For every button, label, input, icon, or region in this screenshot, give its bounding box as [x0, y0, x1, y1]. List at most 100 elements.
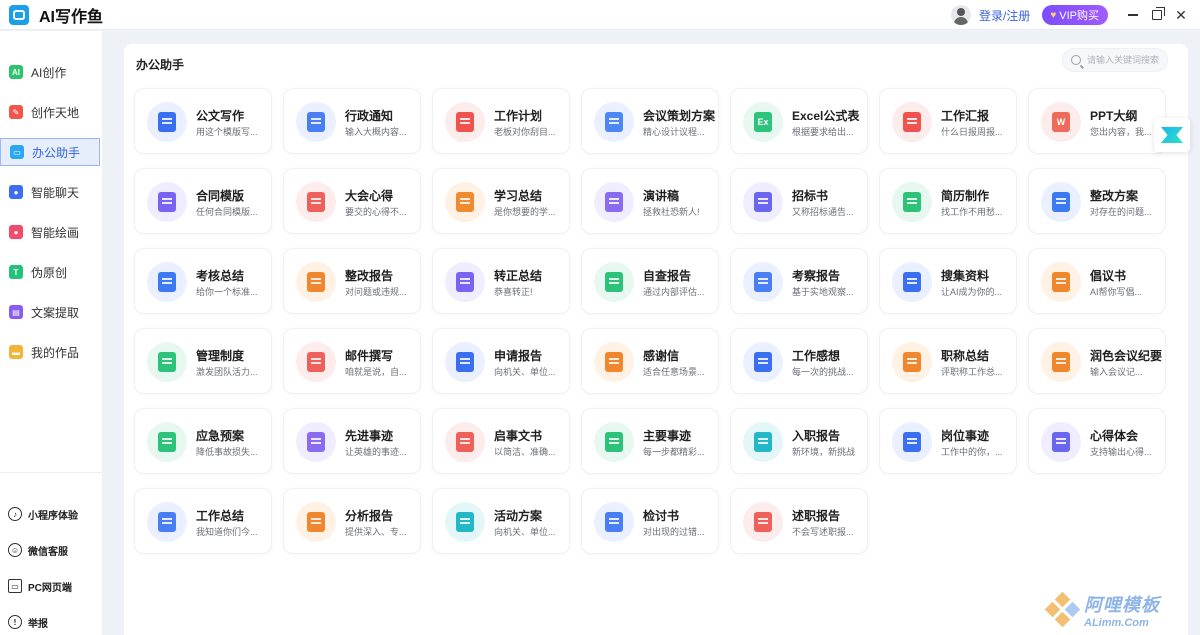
document-icon [594, 342, 634, 382]
card-title: Excel公式表 [792, 109, 860, 123]
sidebar-item-1[interactable]: AI AI创作 [0, 58, 100, 86]
sidebar-item-5[interactable]: ● 智能绘画 [0, 218, 100, 246]
document-glyph [903, 352, 921, 372]
sidebar-bottom-label: 小程序体验 [28, 510, 78, 522]
template-card[interactable]: 工作汇报 什么日报周报... [879, 88, 1017, 154]
template-card[interactable]: 活动方案 向机关、单位... [432, 488, 570, 554]
card-description: 给你一个标准... [196, 287, 258, 297]
template-card[interactable]: 招标书 又称招标通告... [730, 168, 868, 234]
sidebar-bottom-item-2[interactable]: ☺ 微信客服 [0, 538, 102, 562]
template-card[interactable]: 整改方案 对存在的问题... [1028, 168, 1166, 234]
template-card[interactable]: 工作总结 我知道你们今... [134, 488, 272, 554]
template-card[interactable]: 润色会议纪要 输入会议记... [1028, 328, 1166, 394]
avatar[interactable] [950, 5, 971, 25]
close-button[interactable]: ✕ [1170, 4, 1192, 26]
template-card[interactable]: 公文写作 用这个模版写... [134, 88, 272, 154]
watermark-text: 阿哩模板 [1084, 595, 1160, 615]
vip-purchase-button[interactable]: ♥ VIP购买 [1042, 5, 1108, 25]
sidebar-bottom-item-4[interactable]: ! 举报 [0, 610, 102, 634]
template-card[interactable]: 工作感想 每一次的挑战... [730, 328, 868, 394]
template-card[interactable]: 入职报告 新环境，新挑战 [730, 408, 868, 474]
sidebar-item-label: 创作天地 [31, 105, 80, 120]
sidebar-item-8[interactable]: ▬ 我的作品 [0, 338, 100, 366]
report-icon: ! [8, 615, 22, 629]
template-card[interactable]: 学习总结 是你想要的学... [432, 168, 570, 234]
template-card[interactable]: 考核总结 给你一个标准... [134, 248, 272, 314]
template-card[interactable]: 述职报告 不会写述职报... [730, 488, 868, 554]
template-card[interactable]: 感谢信 适合任意场景... [581, 328, 719, 394]
template-card[interactable]: 考察报告 基于实地观察... [730, 248, 868, 314]
card-description: 根据要求给出... [792, 127, 854, 137]
document-glyph [605, 512, 623, 532]
vip-label: VIP购买 [1059, 10, 1099, 22]
main-panel: 办公助手 公文写作用这个模版写...行政通知输入大概内容...工作计划老板对你刮… [124, 44, 1188, 635]
card-description: 支持输出心得... [1090, 447, 1152, 457]
template-card[interactable]: 岗位事迹 工作中的你，... [879, 408, 1017, 474]
template-card[interactable]: 合同模版 任何合同模版... [134, 168, 272, 234]
template-card[interactable]: 职称总结 评职称工作总... [879, 328, 1017, 394]
sidebar-item-6[interactable]: T 伪原创 [0, 258, 100, 286]
document-icon [445, 502, 485, 542]
document-icon [1041, 262, 1081, 302]
template-card[interactable]: 搜集资料 让AI成为你的... [879, 248, 1017, 314]
template-card[interactable]: 演讲稿 拯救社恐新人! [581, 168, 719, 234]
document-glyph [754, 432, 772, 452]
pc-web-icon: ▭ [8, 579, 22, 593]
document-icon [147, 502, 187, 542]
template-card[interactable]: 倡议书 AI帮你写倡... [1028, 248, 1166, 314]
template-card[interactable]: 简历制作 找工作不用愁... [879, 168, 1017, 234]
sidebar-item-3[interactable]: ▭ 办公助手 [0, 138, 100, 166]
template-card[interactable]: 大会心得 要交的心得不... [283, 168, 421, 234]
template-card[interactable]: 心得体会 支持输出心得... [1028, 408, 1166, 474]
template-card[interactable]: 应急预案 降低事故损失... [134, 408, 272, 474]
template-card[interactable]: Ex Excel公式表根据要求给出... [730, 88, 868, 154]
card-description: 向机关、单位... [494, 527, 556, 537]
card-title: 工作汇报 [941, 109, 990, 123]
template-card[interactable]: 启事文书 以简洁、准确... [432, 408, 570, 474]
sidebar-item-7[interactable]: ▤ 文案提取 [0, 298, 100, 326]
sidebar-item-4[interactable]: ● 智能聊天 [0, 178, 100, 206]
template-card[interactable]: 工作计划 老板对你刮目... [432, 88, 570, 154]
template-card[interactable]: 先进事迹 让英雄的事迹... [283, 408, 421, 474]
assistant-logo-icon [1161, 127, 1183, 143]
template-card[interactable]: 邮件撰写 咱就是说，自... [283, 328, 421, 394]
sidebar-bottom-item-1[interactable]: ♪ 小程序体验 [0, 502, 102, 526]
document-glyph [754, 512, 772, 532]
template-card[interactable]: 申请报告 向机关、单位... [432, 328, 570, 394]
sidebar-bottom-item-3[interactable]: ▭ PC网页端 [0, 574, 102, 598]
template-card[interactable]: 分析报告 提供深入、专... [283, 488, 421, 554]
template-card[interactable]: 整改报告 对问题或违规... [283, 248, 421, 314]
minimize-icon [1128, 14, 1138, 16]
card-description: 我知道你们今... [196, 527, 258, 537]
document-icon [892, 182, 932, 222]
document-glyph [158, 112, 176, 132]
sidebar: AI AI创作 ✎ 创作天地 ▭ 办公助手 ● 智能聊天 ● 智能绘画 T 伪原创 ▤ 文案提取 ▬ 我的作品… [0, 31, 102, 635]
search-box[interactable] [1062, 48, 1168, 72]
card-description: 通过内部评估... [643, 287, 705, 297]
card-title: 倡议书 [1090, 269, 1127, 283]
template-card[interactable]: 行政通知 输入大概内容... [283, 88, 421, 154]
template-card[interactable]: 自查报告 通过内部评估... [581, 248, 719, 314]
maximize-button[interactable] [1146, 4, 1168, 26]
template-card[interactable]: W PPT大纲 您出内容，我... [1028, 88, 1166, 154]
minimize-button[interactable] [1122, 4, 1144, 26]
template-card[interactable]: 主要事迹 每一步都精彩... [581, 408, 719, 474]
document-glyph [307, 112, 325, 132]
floating-assistant-button[interactable] [1154, 118, 1190, 152]
search-input[interactable] [1087, 55, 1167, 65]
document-glyph [307, 352, 325, 372]
template-card[interactable]: 检讨书 对出现的过错... [581, 488, 719, 554]
document-glyph [605, 352, 623, 372]
sidebar-item-2[interactable]: ✎ 创作天地 [0, 98, 100, 126]
sidebar-item-label: 伪原创 [31, 265, 68, 280]
document-icon: Ex [743, 102, 783, 142]
document-glyph [1052, 192, 1070, 212]
document-glyph [456, 112, 474, 132]
template-card[interactable]: 会议策划方案 精心设计议程... [581, 88, 719, 154]
login-register-link[interactable]: 登录/注册 [979, 7, 1030, 24]
card-description: 每一次的挑战... [792, 367, 854, 377]
document-icon [743, 262, 783, 302]
template-card[interactable]: 转正总结 恭喜转正! [432, 248, 570, 314]
template-card[interactable]: 管理制度 激发团队活力... [134, 328, 272, 394]
document-icon [296, 502, 336, 542]
